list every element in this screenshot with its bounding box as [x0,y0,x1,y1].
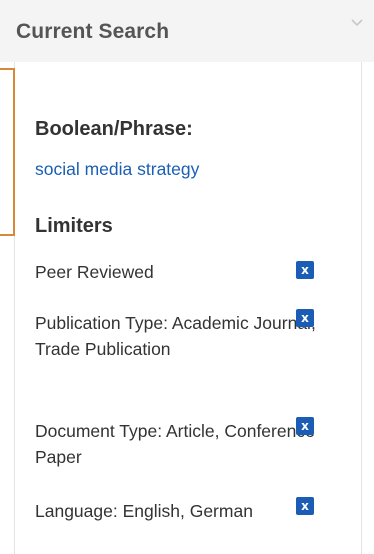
limiter-label: Language: English, German [35,501,253,521]
chevron-down-icon[interactable] [350,14,364,27]
panel-header[interactable]: Current Search [0,0,374,62]
limiter-item: Document Type: Article, Conference Paper [35,418,365,470]
remove-limiter-button[interactable]: x [296,417,314,435]
limiter-item: Publication Type: Academic Journal, Trad… [35,310,365,390]
limiter-label: Publication Type: Academic Journal, Trad… [35,313,316,359]
limiter-label: Peer Reviewed [35,262,154,282]
limiter-item: Peer Reviewed [35,259,365,285]
current-search-panel: Current Search Boolean/Phrase: social me… [0,0,374,554]
boolean-phrase-heading: Boolean/Phrase: [35,118,193,140]
limiter-item: Language: English, German [35,498,365,550]
limiters-heading: Limiters [35,215,113,237]
remove-limiter-button[interactable]: x [296,309,314,327]
remove-limiter-button[interactable]: x [296,261,314,279]
search-query-link[interactable]: social media strategy [35,159,199,180]
highlight-bracket [0,68,15,236]
panel-title: Current Search [16,20,170,43]
limiter-label: Document Type: Article, Conference Paper [35,421,315,467]
remove-limiter-button[interactable]: x [296,497,314,515]
